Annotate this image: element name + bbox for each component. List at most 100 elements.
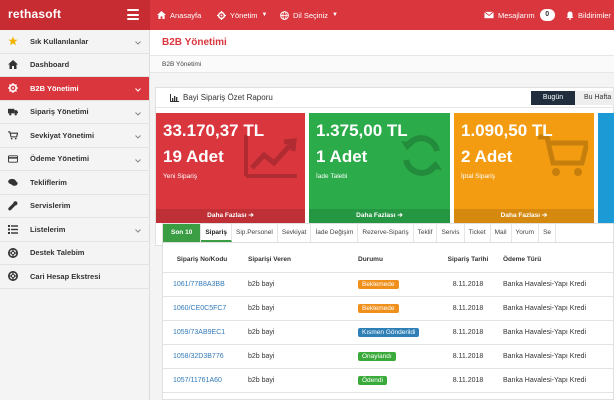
order-code-link[interactable]: 1060/CE0C5FC7 [163,305,226,312]
header-order-date[interactable]: Sipariş Tarihi [438,247,498,272]
card-count: 19 Adet [163,147,224,166]
card-label: Yeni Sipariş [163,173,198,180]
breadcrumb[interactable]: B2B Yönetimi [162,61,201,68]
list-icon [8,224,18,234]
wrench-icon [8,201,18,211]
home-icon [157,11,166,19]
card-more-link[interactable]: Daha Fazlası ➔ [309,209,450,223]
card-count: 1 Adet [316,147,368,166]
tab-this-week[interactable]: Bu Hafta [575,91,614,105]
nav-notifications[interactable]: Bildirimler [566,8,611,22]
summary-card-new-orders: 33.170,37 TL 19 Adet Yeni Sipariş Daha F… [156,113,305,223]
tab-offer[interactable]: Teklif [414,224,438,242]
sidebar-item-support-request[interactable]: Destek Talebim [0,242,149,265]
card-more-link[interactable]: Daha Fazlası ➔ [156,209,305,223]
header-payment-type[interactable]: Ödeme Türü [503,247,614,272]
nav-language[interactable]: Dil Seçiniz ▼ [280,8,338,22]
tab-today[interactable]: Bugün [531,91,575,105]
nav-home-label: Anasayfa [170,10,202,20]
sidebar-item-dashboard[interactable]: Dashboard [0,54,149,77]
tab-last-10[interactable]: Son 10 [163,224,202,242]
credit-card-icon [8,154,18,164]
sidebar: Sık Kullanılanlar Dashboard B2B Yönetimi… [0,30,150,400]
payment-type-cell: Banka Havalesi-Yapı Kredi [503,305,587,312]
order-code-link[interactable]: 1061/77B8A3BB [163,281,225,288]
tab-more[interactable]: Se [539,224,557,242]
header-order-giver[interactable]: Siparişi Veren [248,247,348,272]
order-code-cell[interactable]: 1058/32D3B776 [163,345,241,368]
sidebar-item-services[interactable]: Servislerim [0,195,149,218]
order-giver-cell: b2b bayi [248,353,275,360]
tab-orders[interactable]: Sipariş [201,224,232,242]
order-code-link[interactable]: 1059/73AB9EC1 [163,329,225,336]
sidebar-item-b2b-management[interactable]: B2B Yönetimi [0,77,149,101]
order-code-cell[interactable]: 1061/77B8A3BB [163,273,241,296]
order-code-cell[interactable]: 1059/73AB9EC1 [163,321,241,344]
hamburger-menu-icon[interactable] [127,9,139,20]
order-code-link[interactable]: 1057/11761A60 [163,377,222,384]
nav-language-label: Dil Seçiniz [293,10,329,20]
order-giver-cell: b2b bayi [248,281,275,288]
tab-return-exchange[interactable]: İade Değişim [311,224,359,242]
order-code-cell[interactable]: 1060/CE0C5FC7 [163,297,241,320]
status-badge: Ödendi [358,376,387,385]
order-code-cell[interactable]: 1057/11761A60 [163,369,241,392]
sidebar-item-favorites[interactable]: Sık Kullanılanlar [0,30,149,54]
chevron-down-icon [135,85,141,94]
tab-comment[interactable]: Yorum [512,224,540,242]
status-badge: Beklemede [358,304,399,313]
table-row[interactable]: 1057/11761A60 b2b bayi Ödendi 8.11.2018 Bank… [163,369,614,393]
lifebuoy-icon [8,247,18,258]
sidebar-item-label: Destek Talebim [30,248,85,258]
table-body: 1061/77B8A3BB b2b bayi Beklemede 8.11.2018 B… [163,273,614,393]
tab-order-personnel[interactable]: Sip.Personel [232,224,278,242]
sidebar-item-account-statement[interactable]: Cari Hesap Ekstresi [0,265,149,289]
status-cell: Kısmen Gönderildi [358,321,438,344]
table-row[interactable]: 1060/CE0C5FC7 b2b bayi Beklemede 8.11.2018 B… [163,297,614,321]
arrow-right-circle-icon: ➔ [541,212,548,219]
header-order-code[interactable]: Sipariş No/Kodu [163,247,241,272]
tab-reserve-order[interactable]: Rezerve-Sipariş [358,224,414,242]
nav-messages-label: Mesajlarım [498,10,535,20]
chat-icon [8,177,18,187]
messages-count-badge: 0 [539,9,555,21]
tab-service[interactable]: Servis [437,224,465,242]
chevron-down-icon [135,156,141,165]
tab-mail[interactable]: Mail [491,224,512,242]
sidebar-item-shipment-management[interactable]: Sevkiyat Yönetimi [0,124,149,148]
sidebar-item-order-management[interactable]: Sipariş Yönetimi [0,101,149,124]
cart-icon [8,130,18,140]
sidebar-item-offers[interactable]: Tekliflerim [0,171,149,195]
card-label: İptal Sipariş [461,173,495,180]
globe-icon [280,10,289,20]
nav-notifications-label: Bildirimler [578,10,611,20]
tab-shipment[interactable]: Sevkiyat [278,224,312,242]
card-more-link[interactable]: Daha Fazlası ➔ [454,209,594,223]
order-date-cell: 8.11.2018 [452,353,484,360]
header-status[interactable]: Durumu [358,247,438,272]
summary-card-cancelled-orders: 1.090,50 TL 2 Adet İptal Sipariş Daha Fa… [454,113,594,223]
status-cell: Ödendi [358,369,438,392]
order-code-link[interactable]: 1058/32D3B776 [163,353,224,360]
sidebar-item-lists[interactable]: Listelerim [0,218,149,242]
summary-card-return-requests: 1.375,00 TL 1 Adet İade Talebi Daha Fazl… [309,113,450,223]
table-row[interactable]: 1059/73AB9EC1 b2b bayi Kısmen Gönderildi 8.… [163,321,614,345]
orders-tab-bar: Son 10 Sipariş Sip.Personel Sevkiyat İad… [163,224,614,243]
nav-admin[interactable]: Yönetim ▼ [217,8,267,22]
status-cell: Beklemede [358,297,438,320]
tab-ticket[interactable]: Ticket [465,224,491,242]
table-row[interactable]: 1061/77B8A3BB b2b bayi Beklemede 8.11.2018 B… [163,273,614,297]
sidebar-item-label: Cari Hesap Ekstresi [30,271,101,281]
order-giver-cell: b2b bayi [248,377,275,384]
brand-logo[interactable]: rethasoft [8,7,61,21]
breadcrumb-bar: B2B Yönetimi [150,55,614,73]
table-row[interactable]: 1058/32D3B776 b2b bayi Onaylandı 8.11.2018 B… [163,345,614,369]
sidebar-item-payment-management[interactable]: Ödeme Yönetimi [0,148,149,171]
card-amount: 33.170,37 TL [163,121,265,140]
chevron-down-icon: ▼ [332,12,338,18]
payment-type-cell: Banka Havalesi-Yapı Kredi [503,329,587,336]
envelope-icon [484,11,494,19]
order-date-cell: 8.11.2018 [452,305,484,312]
nav-messages[interactable]: Mesajlarım 0 [484,8,555,22]
nav-home[interactable]: Anasayfa [157,8,201,22]
